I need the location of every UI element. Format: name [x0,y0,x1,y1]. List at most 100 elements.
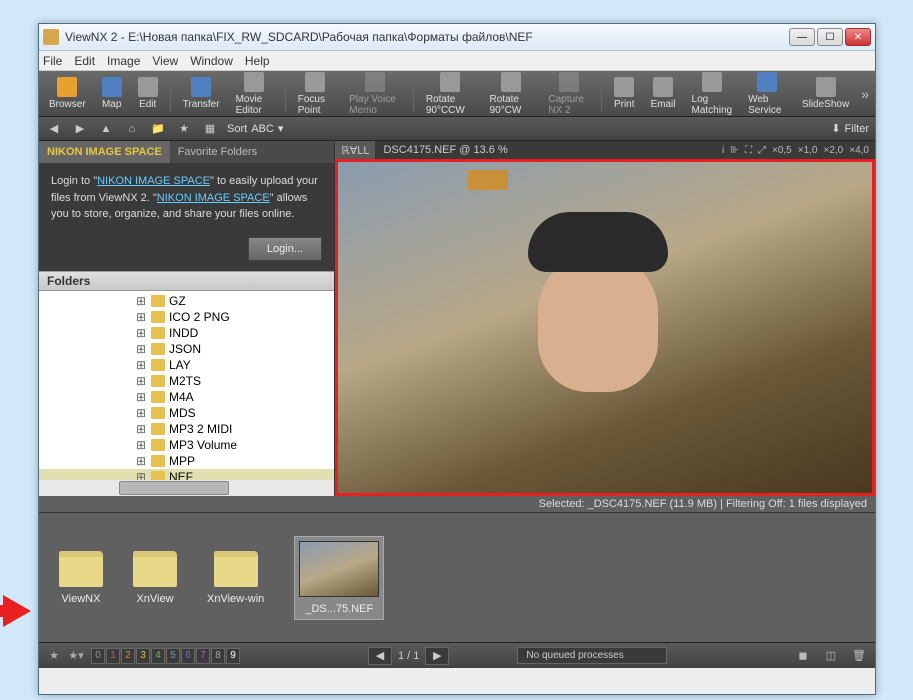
menu-image[interactable]: Image [107,54,140,68]
label-7[interactable]: 7 [196,648,210,664]
email-button[interactable]: Email [647,75,680,112]
tab-nikon-image-space[interactable]: NIKON IMAGE SPACE [39,141,170,163]
toolbar-overflow[interactable]: » [861,86,869,102]
fav-button[interactable]: ★ [175,120,193,138]
up-button[interactable]: ▲ [97,120,115,138]
info-icon[interactable]: i [722,145,724,156]
label-2[interactable]: 2 [121,648,135,664]
label-9[interactable]: 9 [226,648,240,664]
scrollbar-horizontal[interactable] [39,480,334,496]
folder-thumb-viewnx[interactable]: ViewNX [59,551,103,605]
zoom-1[interactable]: ×1,0 [798,145,818,156]
capture-nx-button[interactable]: Capture NX 2 [544,70,593,118]
label-5[interactable]: 5 [166,648,180,664]
tab-favorite-folders[interactable]: Favorite Folders [170,141,265,163]
folder-row[interactable]: ⊞ JSON [39,341,334,357]
expand-icon[interactable]: ⊞ [135,294,147,308]
folder-thumb-xnview-win[interactable]: XnView-win [207,551,264,605]
folder-row[interactable]: ⊞ICO 2 PNG [39,309,334,325]
rating-star-menu[interactable]: ★▾ [69,649,83,663]
expand-icon[interactable]: ⊞ [135,438,147,452]
expand-icon[interactable]: ⊞ [135,406,147,420]
label-4[interactable]: 4 [151,648,165,664]
image-thumb-selected[interactable]: _DS...75.NEF [294,536,384,620]
prev-button[interactable]: ◀ [368,647,392,665]
separator [285,76,286,112]
sort-mode: ABC [251,123,274,135]
process-status[interactable]: No queued processes [517,647,667,664]
layout-button[interactable]: ▦ [201,120,219,138]
web-service-button[interactable]: Web Service [744,70,790,118]
folder-row[interactable]: ⊞M2TS [39,373,334,389]
expand-icon[interactable]: ⊞ [135,390,147,404]
label-1[interactable]: 1 [106,648,120,664]
nis-link[interactable]: NIKON IMAGE SPACE [97,175,210,187]
folder-row[interactable]: ⊞MP3 2 MIDI [39,421,334,437]
scrollbar-thumb[interactable] [119,481,229,495]
login-button[interactable]: Login... [248,237,322,262]
edit-button[interactable]: Edit [134,75,162,112]
focus-point-button[interactable]: Focus Point [294,70,337,118]
stop-icon[interactable]: ◼ [795,648,811,664]
map-button[interactable]: Map [98,75,126,112]
rating-star[interactable]: ★ [47,649,61,663]
menu-view[interactable]: View [152,54,178,68]
expand-icon[interactable]: ⊞ [135,454,147,468]
nis-link-2[interactable]: NIKON IMAGE SPACE [157,192,270,204]
zoom-fit-icon[interactable]: ⤢ [758,145,766,156]
next-button[interactable]: ▶ [425,647,449,665]
filter-button[interactable]: ⬇ Filter [831,122,869,135]
image-preview[interactable] [338,162,872,493]
expand-icon[interactable]: ⊞ [135,310,147,324]
minimize-button[interactable]: — [789,28,815,46]
expand-icon[interactable]: ⊞ [135,342,147,356]
fit-icon[interactable]: ⛶ [745,145,752,156]
expand-icon[interactable]: ⊞ [135,422,147,436]
folder-row[interactable]: ⊞M4A [39,389,334,405]
folder-row[interactable]: ⊞GZ [39,293,334,309]
expand-icon[interactable]: ⊞ [135,326,147,340]
histogram-icon[interactable]: ⊪ [730,145,739,156]
zoom-05[interactable]: ×0,5 [772,145,792,156]
print-button[interactable]: Print [610,75,639,112]
rotate-cw-button[interactable]: Rotate 90°CW [486,70,537,118]
rotate-ccw-button[interactable]: Rotate 90°CCW [422,70,478,118]
slideshow-button[interactable]: SlideShow [798,75,853,112]
folder-row[interactable]: ⊞INDD [39,325,334,341]
home-button[interactable]: ⌂ [123,120,141,138]
label-6[interactable]: 6 [181,648,195,664]
log-matching-button[interactable]: Log Matching [688,70,737,118]
transfer-button[interactable]: Transfer [179,75,224,112]
back-button[interactable]: ◀ [45,120,63,138]
movie-editor-button[interactable]: Movie Editor [232,70,277,118]
folder-row[interactable]: ⊞MPP [39,453,334,469]
play-voice-memo-button[interactable]: Play Voice Memo [345,70,405,118]
detach-icon[interactable]: ◫ [823,648,839,664]
zoom-2[interactable]: ×2,0 [824,145,844,156]
menu-file[interactable]: File [43,54,62,68]
expand-icon[interactable]: ⊞ [135,374,147,388]
trash-icon[interactable]: 🗑 [851,648,867,664]
menu-edit[interactable]: Edit [74,54,95,68]
close-button[interactable]: ✕ [845,28,871,46]
expand-icon[interactable]: ⊞ [135,358,147,372]
maximize-button[interactable]: ☐ [817,28,843,46]
subfolder-button[interactable]: 📁 [149,120,167,138]
folder-row[interactable]: ⊞MP3 Volume [39,437,334,453]
folder-row[interactable]: ⊞MDS [39,405,334,421]
label-0[interactable]: 0 [91,648,105,664]
sort-control[interactable]: Sort ABC ▾ [227,122,283,135]
menu-window[interactable]: Window [190,54,233,68]
folder-thumb-xnview[interactable]: XnView [133,551,177,605]
forward-button[interactable]: ▶ [71,120,89,138]
menu-help[interactable]: Help [245,54,270,68]
label-3[interactable]: 3 [136,648,150,664]
zoom-4[interactable]: ×4,0 [849,145,869,156]
browser-button[interactable]: Browser [45,75,90,112]
folder-row[interactable]: ⊞LAY [39,357,334,373]
folders-tree[interactable]: ⊞GZ⊞ICO 2 PNG⊞INDD⊞JSON⊞LAY⊞M2TS⊞M4A⊞MDS… [39,291,334,496]
folder-name: JSON [169,342,201,356]
label-8[interactable]: 8 [211,648,225,664]
transfer-icon [191,77,211,97]
view-badge[interactable]: ℝ∀LL [335,141,375,159]
